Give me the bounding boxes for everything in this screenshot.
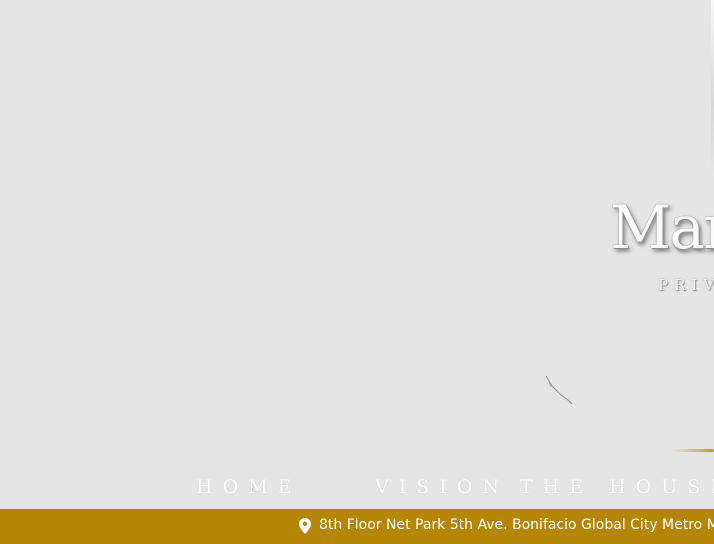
map-pin-icon [299, 518, 311, 538]
nav-vision[interactable]: VISION [375, 476, 509, 498]
brand-logo-subtitle: PRIV [658, 276, 714, 294]
footer-address-text: 8th Floor Net Park 5th Ave. Bonifacio Gl… [319, 517, 714, 533]
decorative-gold-stroke [672, 449, 714, 452]
brand-logo-title[interactable]: Mar [610, 198, 714, 258]
nav-home[interactable]: HOME [196, 476, 301, 498]
hero-section: Mar PRIV HOME VISION THE HOUSE [0, 0, 714, 509]
footer-address-bar: 8th Floor Net Park 5th Ave. Bonifacio Gl… [0, 509, 714, 544]
decorative-sketch-mark [545, 375, 573, 405]
nav-the-house[interactable]: THE HOUSE [520, 476, 714, 498]
